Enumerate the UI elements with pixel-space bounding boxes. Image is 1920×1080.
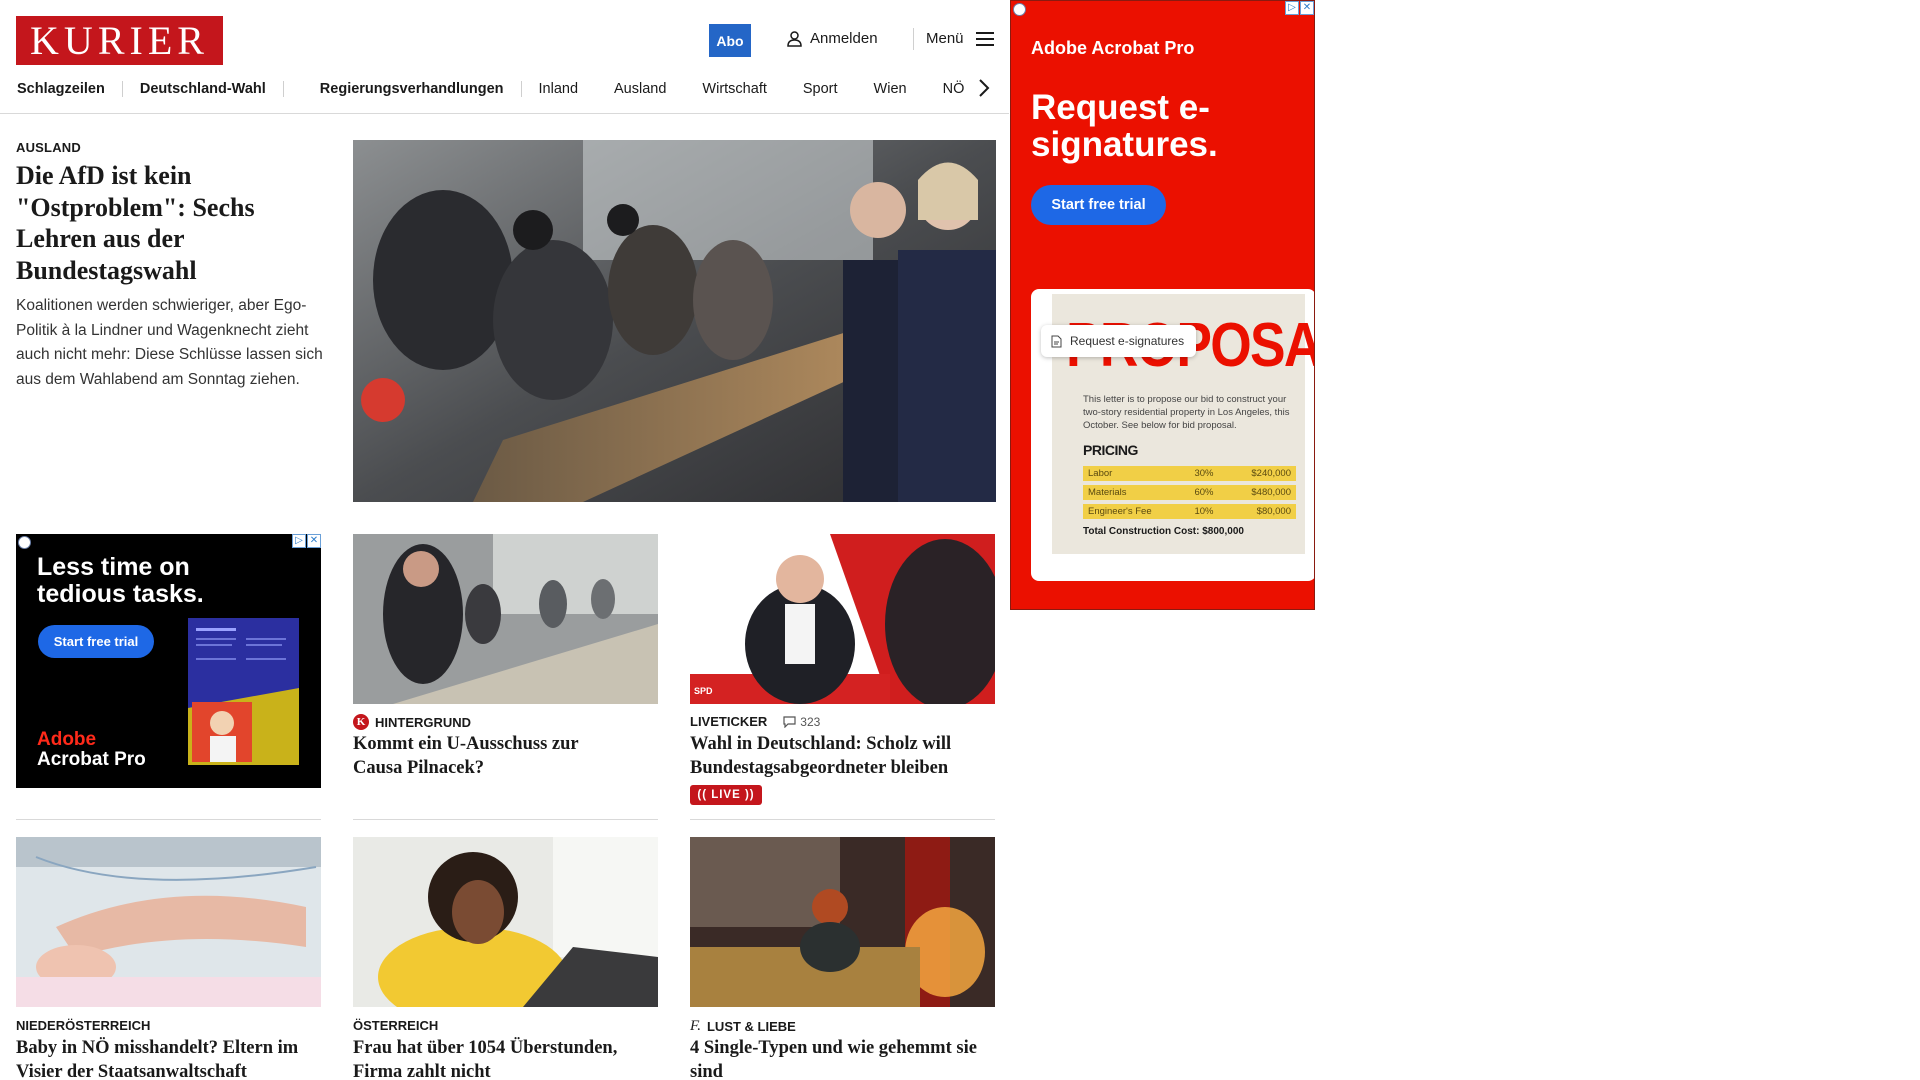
card-photo-single-typen[interactable]	[690, 837, 995, 1007]
lead-headline[interactable]: Die AfD ist kein "Ostproblem": Sechs Leh…	[16, 160, 321, 286]
comment-icon	[783, 715, 796, 728]
ad-info-icon[interactable]	[1013, 3, 1026, 16]
kurier-logo[interactable]: KURIER	[16, 16, 223, 65]
f-badge-icon: f.	[690, 1018, 701, 1034]
ad-small-brand-top: Adobe	[37, 729, 97, 750]
section-nav: Schlagzeilen Deutschland-Wahl Regierungs…	[17, 80, 981, 98]
lead-photo[interactable]	[353, 140, 996, 502]
login-label: Anmelden	[810, 30, 878, 47]
ad-large-letter-text: This letter is to propose our bid to con…	[1083, 394, 1290, 431]
ad-large-pricing-table: Labor 30% $240,000 Materials 60% $480,00…	[1083, 466, 1296, 523]
card-kicker-label: LUST & LIEBE	[706, 1019, 796, 1034]
pricing-item: Labor	[1088, 468, 1113, 479]
row-divider	[690, 819, 995, 820]
card-kicker-label: HINTERGRUND	[375, 714, 472, 730]
ad-info-icon[interactable]	[18, 536, 31, 549]
svg-text:SPD: SPD	[694, 686, 713, 696]
lead-teaser[interactable]: Koalitionen werden schwieriger, aber Ego…	[16, 294, 326, 392]
nav-item-deutschland-wahl[interactable]: Deutschland-Wahl	[123, 81, 284, 97]
adchoices-icon[interactable]: ▷	[1285, 1, 1299, 15]
pricing-row: Engineer's Fee 10% $80,000	[1083, 504, 1296, 519]
pricing-amount: $80,000	[1256, 506, 1291, 517]
chevron-right-icon[interactable]	[976, 77, 992, 99]
card-photo-ueberstunden[interactable]	[353, 837, 658, 1007]
pricing-amount: $480,000	[1251, 487, 1291, 498]
pricing-item: Materials	[1088, 487, 1127, 498]
card-kicker-liveticker: LIVETICKER 323	[690, 714, 820, 729]
site-header: KURIER Abo Anmelden Menü Schlagzeilen De…	[0, 0, 1009, 114]
menu-button[interactable]: Menü	[926, 30, 994, 47]
pricing-amount: $240,000	[1251, 468, 1291, 479]
pricing-percent: 30%	[1194, 468, 1214, 479]
card-photo-pilnacek[interactable]	[353, 534, 658, 704]
request-esignatures-pill[interactable]: Request e-signatures	[1041, 325, 1197, 357]
ad-close-icon[interactable]: ✕	[1300, 1, 1314, 15]
ad-large-brand: Adobe Acrobat Pro	[1031, 38, 1195, 58]
user-icon	[787, 30, 802, 47]
ad-close-icon[interactable]: ✕	[307, 534, 321, 548]
nav-item-wien[interactable]: Wien	[874, 81, 943, 97]
comment-count[interactable]: 323	[783, 715, 820, 729]
card-kicker-lust-liebe: f. LUST & LIEBE	[690, 1018, 796, 1035]
card-photo-scholz[interactable]: SPD	[690, 534, 995, 704]
card-kicker-hintergrund: K HINTERGRUND	[353, 714, 471, 730]
menu-label: Menü	[926, 30, 964, 47]
row-divider	[353, 819, 658, 820]
comment-count-value: 323	[800, 714, 821, 729]
adchoices-icon[interactable]: ▷	[292, 534, 306, 548]
card-headline-ueberstunden[interactable]: Frau hat über 1054 Überstunden, Firma za…	[353, 1036, 663, 1080]
document-icon	[1051, 335, 1062, 347]
ad-acrobat-small[interactable]: ▷ ✕ Less time on tedious tasks. Start fr…	[16, 534, 321, 788]
card-photo-baby[interactable]	[16, 837, 321, 1007]
card-headline-pilnacek[interactable]: Kommt ein U-Ausschuss zur Causa Pilnacek…	[353, 732, 623, 780]
ad-large-pricing-title: PRICING	[1083, 442, 1138, 458]
abo-button[interactable]: Abo	[709, 24, 751, 57]
nav-item-inland[interactable]: Inland	[522, 81, 615, 97]
nav-item-regierungsverhandlungen[interactable]: Regierungsverhandlungen	[284, 81, 522, 97]
pricing-item: Engineer's Fee	[1088, 506, 1152, 517]
nav-item-ausland[interactable]: Ausland	[614, 81, 702, 97]
card-kicker-label: LIVETICKER	[690, 714, 768, 729]
nav-item-schlagzeilen[interactable]: Schlagzeilen	[17, 81, 123, 97]
row-divider	[16, 819, 321, 820]
pricing-percent: 10%	[1194, 506, 1214, 517]
ad-small-document-graphic	[188, 618, 299, 765]
adchoices[interactable]: ▷ ✕	[292, 534, 321, 548]
menu-divider	[913, 28, 914, 50]
ad-large-cta-button[interactable]: Start free trial	[1031, 185, 1166, 225]
nav-item-wirtschaft[interactable]: Wirtschaft	[702, 81, 802, 97]
ad-large-total: Total Construction Cost: $800,000	[1083, 526, 1244, 537]
nav-item-sport[interactable]: Sport	[803, 81, 874, 97]
card-headline-scholz[interactable]: Wahl in Deutschland: Scholz will Bundest…	[690, 732, 1000, 780]
ad-small-brand-bottom: Acrobat Pro	[37, 749, 146, 770]
ad-small-headline: Less time on tedious tasks.	[37, 553, 204, 608]
card-kicker-niederoesterreich: NIEDERÖSTERREICH	[16, 1018, 151, 1033]
pricing-row: Labor 30% $240,000	[1083, 466, 1296, 481]
card-headline-baby[interactable]: Baby in NÖ misshandelt? Eltern im Visier…	[16, 1036, 326, 1080]
login-link[interactable]: Anmelden	[787, 30, 878, 47]
lead-kicker: AUSLAND	[16, 140, 81, 155]
kurier-plus-badge: K	[353, 714, 369, 730]
ad-small-cta-button[interactable]: Start free trial	[38, 625, 154, 658]
hamburger-icon	[975, 31, 994, 46]
ad-acrobat-large[interactable]: ▷ ✕ Adobe Acrobat Pro Request e-signatur…	[1010, 0, 1315, 610]
pricing-row: Materials 60% $480,000	[1083, 485, 1296, 500]
pill-label: Request e-signatures	[1070, 334, 1185, 348]
adchoices[interactable]: ▷ ✕	[1285, 1, 1314, 15]
logo-text: KURIER	[30, 17, 209, 63]
pricing-percent: 60%	[1194, 487, 1214, 498]
ad-small-brand: Adobe Acrobat Pro	[37, 730, 146, 770]
ad-large-headline: Request e-signatures.	[1031, 88, 1218, 164]
live-badge: (( LIVE ))	[690, 785, 762, 805]
card-headline-single-typen[interactable]: 4 Single-Typen und wie gehemmt sie sind	[690, 1036, 1000, 1080]
card-kicker-oesterreich: ÖSTERREICH	[353, 1018, 439, 1033]
